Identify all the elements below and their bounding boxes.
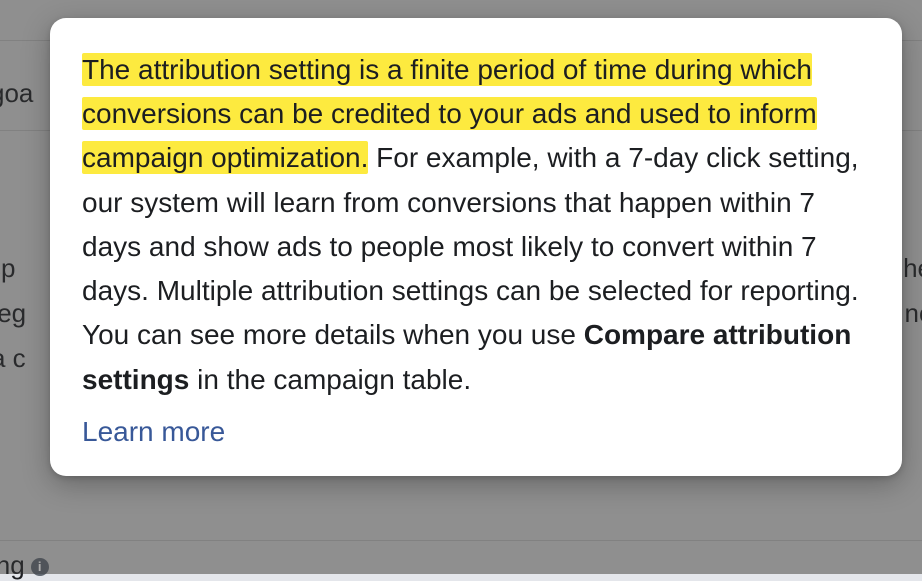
learn-more-link[interactable]: Learn more <box>82 416 225 448</box>
tooltip-paragraph: The attribution setting is a finite peri… <box>82 48 870 402</box>
tooltip-body-tail: in the campaign table. <box>189 364 471 395</box>
attribution-tooltip-card: The attribution setting is a finite peri… <box>50 18 902 476</box>
